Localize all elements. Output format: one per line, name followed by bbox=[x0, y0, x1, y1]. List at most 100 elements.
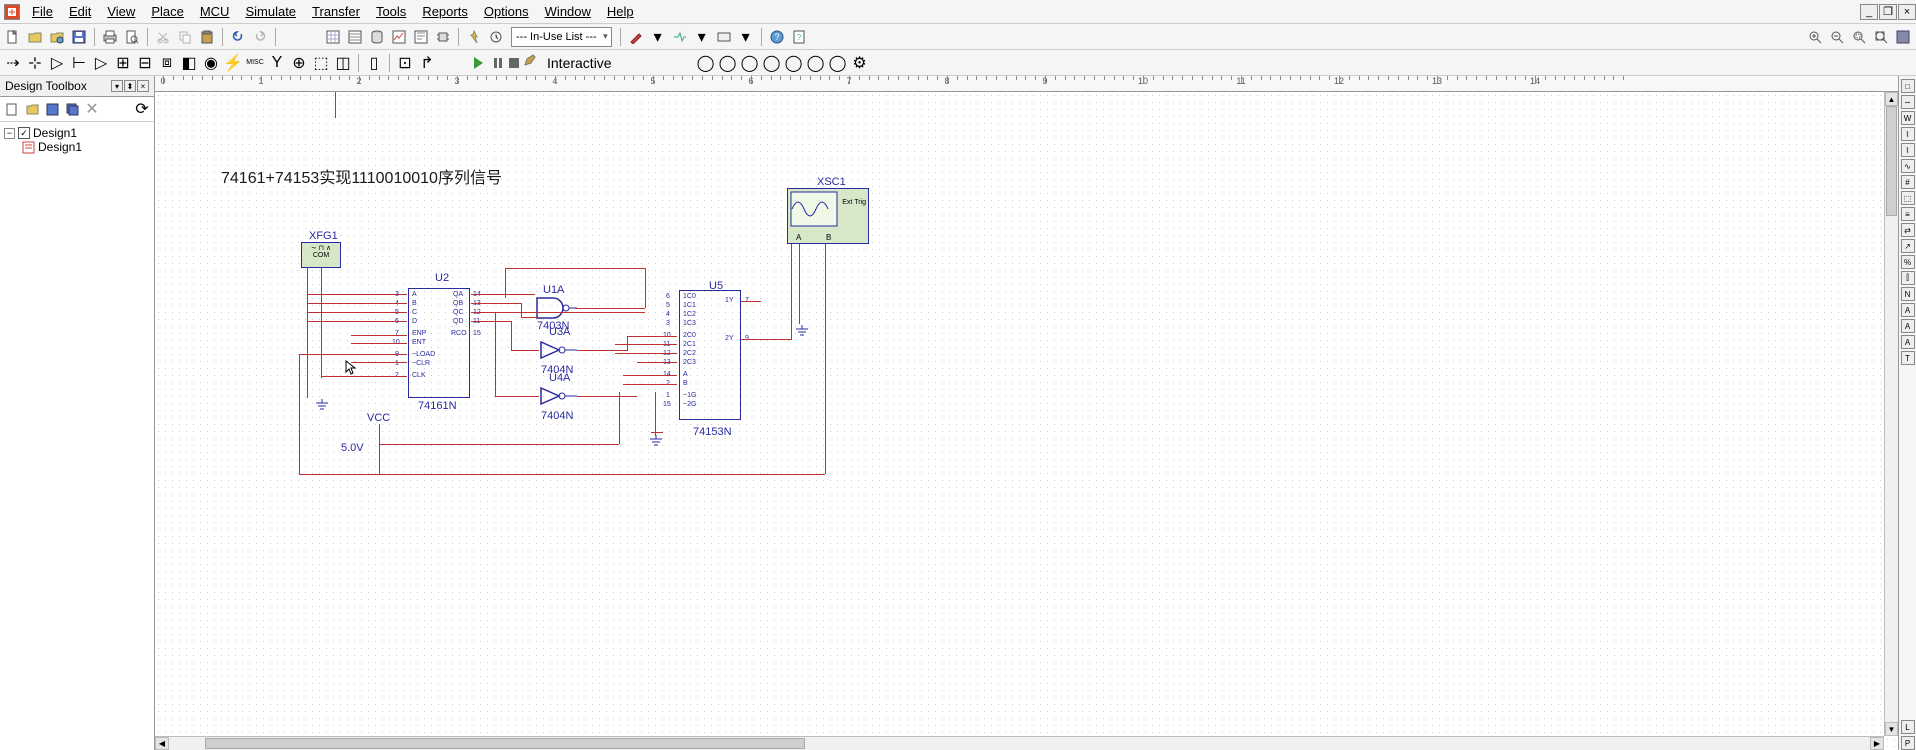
u3a-gate[interactable] bbox=[539, 340, 579, 365]
menu-transfer[interactable]: Transfer bbox=[304, 2, 368, 21]
sim-opt6-icon[interactable]: ◯ bbox=[806, 53, 826, 73]
menu-window[interactable]: Window bbox=[537, 2, 599, 21]
iv-analyzer-icon[interactable]: ↗ bbox=[1901, 239, 1915, 253]
sim-settings-icon[interactable]: ⚙ bbox=[850, 53, 870, 73]
sb-refresh-icon[interactable]: ⟳ bbox=[133, 100, 151, 118]
pause-button[interactable] bbox=[491, 56, 505, 70]
cmos-icon[interactable]: ⊟ bbox=[135, 53, 155, 73]
postproc-icon[interactable] bbox=[411, 27, 431, 47]
sb-open-icon[interactable] bbox=[23, 100, 41, 118]
save-file-icon[interactable] bbox=[69, 27, 89, 47]
network-icon[interactable]: N bbox=[1901, 287, 1915, 301]
scroll-right-icon[interactable]: ▶ bbox=[1870, 737, 1884, 750]
menu-place[interactable]: Place bbox=[143, 2, 192, 21]
help-index-icon[interactable]: ? bbox=[789, 27, 809, 47]
trace-icon[interactable] bbox=[670, 27, 690, 47]
xfg1-instrument[interactable]: ∼ ⊓ ∧ COM bbox=[301, 242, 341, 268]
grapher-icon[interactable] bbox=[389, 27, 409, 47]
agilent-scope-icon[interactable]: A bbox=[1901, 335, 1915, 349]
scrollbar-vertical[interactable]: ▲ ▼ bbox=[1884, 92, 1898, 736]
elec-rules-icon[interactable] bbox=[464, 27, 484, 47]
sim-opt5-icon[interactable]: ◯ bbox=[784, 53, 804, 73]
breadboard-icon[interactable] bbox=[714, 27, 734, 47]
menu-tools[interactable]: Tools bbox=[368, 2, 414, 21]
panel-dropdown-icon[interactable]: ▾ bbox=[111, 80, 123, 92]
zoom-in-icon[interactable] bbox=[1805, 27, 1825, 47]
sim-opt4-icon[interactable]: ◯ bbox=[762, 53, 782, 73]
wordgen-icon[interactable]: ⬚ bbox=[1901, 191, 1915, 205]
menu-reports[interactable]: Reports bbox=[414, 2, 476, 21]
menu-file[interactable]: File bbox=[24, 2, 61, 21]
agilent-fg-icon[interactable]: A bbox=[1901, 303, 1915, 317]
bus-icon[interactable]: ↱ bbox=[417, 53, 437, 73]
wattmeter-icon[interactable]: W bbox=[1901, 111, 1915, 125]
undo-icon[interactable] bbox=[228, 27, 248, 47]
sim-opt7-icon[interactable]: ◯ bbox=[828, 53, 848, 73]
tek-scope-icon[interactable]: T bbox=[1901, 351, 1915, 365]
power-icon[interactable]: ⚡ bbox=[223, 53, 243, 73]
cut-icon[interactable] bbox=[153, 27, 173, 47]
sheet-icon[interactable] bbox=[323, 27, 343, 47]
scroll-thumb-h[interactable] bbox=[205, 738, 805, 749]
paste-icon[interactable] bbox=[197, 27, 217, 47]
spreadsheet-icon[interactable] bbox=[345, 27, 365, 47]
scope-icon[interactable]: ⌇ bbox=[1901, 127, 1915, 141]
mixed-icon[interactable]: ◧ bbox=[179, 53, 199, 73]
scroll-left-icon[interactable]: ◀ bbox=[155, 737, 169, 750]
tree-root[interactable]: − ✓ Design1 bbox=[4, 126, 150, 140]
analog-icon[interactable]: ▷ bbox=[91, 53, 111, 73]
tree-collapse-icon[interactable]: − bbox=[4, 128, 15, 139]
stop-button[interactable] bbox=[509, 58, 519, 68]
panel-pin-icon[interactable]: ⬍ bbox=[124, 80, 136, 92]
panel-close-icon[interactable]: × bbox=[137, 80, 149, 92]
menu-edit[interactable]: Edit bbox=[61, 2, 99, 21]
open-sample-icon[interactable] bbox=[47, 27, 67, 47]
bode-icon[interactable]: ∿ bbox=[1901, 159, 1915, 173]
component-icon[interactable] bbox=[433, 27, 453, 47]
hier-icon[interactable]: ⊡ bbox=[395, 53, 415, 73]
probe-drop-icon[interactable]: ▾ bbox=[648, 27, 668, 47]
zoom-fit-icon[interactable] bbox=[1871, 27, 1891, 47]
sb-new-icon[interactable] bbox=[3, 100, 21, 118]
source-icon[interactable]: ⇢ bbox=[3, 53, 23, 73]
goto-icon[interactable] bbox=[486, 27, 506, 47]
u4a-gate[interactable] bbox=[539, 386, 579, 411]
logic-analyzer-icon[interactable]: ≡ bbox=[1901, 207, 1915, 221]
new-file-icon[interactable] bbox=[3, 27, 23, 47]
db-icon[interactable] bbox=[367, 27, 387, 47]
print-icon[interactable] bbox=[100, 27, 120, 47]
minimize-button[interactable]: _ bbox=[1860, 4, 1878, 20]
menu-options[interactable]: Options bbox=[476, 2, 537, 21]
sb-saveall-icon[interactable] bbox=[63, 100, 81, 118]
misc-icon[interactable]: MISC bbox=[245, 53, 265, 73]
transistor-icon[interactable]: ⊢ bbox=[69, 53, 89, 73]
menu-simulate[interactable]: Simulate bbox=[237, 2, 304, 21]
funcgen-icon[interactable]: ∼ bbox=[1901, 95, 1915, 109]
mcu-place-icon[interactable]: ▯ bbox=[364, 53, 384, 73]
close-button[interactable]: × bbox=[1898, 4, 1916, 20]
scrollbar-horizontal[interactable]: ◀ ▶ bbox=[155, 736, 1884, 750]
sim-opt2-icon[interactable]: ◯ bbox=[718, 53, 738, 73]
diode-icon[interactable]: ▷ bbox=[47, 53, 67, 73]
spectrum-icon[interactable]: ⫿ bbox=[1901, 271, 1915, 285]
labview-icon[interactable]: L bbox=[1901, 720, 1915, 734]
restore-button[interactable]: ❐ bbox=[1879, 4, 1897, 20]
tree-check-icon[interactable]: ✓ bbox=[18, 127, 30, 139]
sim-opt3-icon[interactable]: ◯ bbox=[740, 53, 760, 73]
zoom-area-icon[interactable] bbox=[1849, 27, 1869, 47]
sb-save-icon[interactable] bbox=[43, 100, 61, 118]
logic-converter-icon[interactable]: ⇄ bbox=[1901, 223, 1915, 237]
scroll-up-icon[interactable]: ▲ bbox=[1885, 92, 1898, 106]
zoom-out-icon[interactable] bbox=[1827, 27, 1847, 47]
redo-icon[interactable] bbox=[250, 27, 270, 47]
tree-child[interactable]: Design1 bbox=[4, 140, 150, 154]
ttl-icon[interactable]: ⊞ bbox=[113, 53, 133, 73]
breadboard-drop-icon[interactable]: ▾ bbox=[736, 27, 756, 47]
sim-opt1-icon[interactable]: ◯ bbox=[696, 53, 716, 73]
ni-icon[interactable]: ⬚ bbox=[311, 53, 331, 73]
print-preview-icon[interactable] bbox=[122, 27, 142, 47]
agilent-mm-icon[interactable]: A bbox=[1901, 319, 1915, 333]
copy-icon[interactable] bbox=[175, 27, 195, 47]
distortion-icon[interactable]: % bbox=[1901, 255, 1915, 269]
scroll-down-icon[interactable]: ▼ bbox=[1885, 722, 1898, 736]
